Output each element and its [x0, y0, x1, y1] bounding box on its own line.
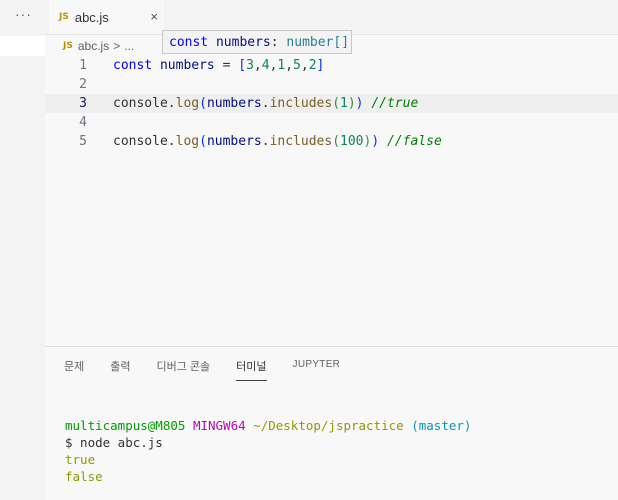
- tab-title: abc.js: [74, 9, 109, 25]
- js-file-icon: JS: [59, 12, 69, 22]
- token-number: 100: [340, 134, 364, 149]
- code-text[interactable]: console.log(numbers.includes(1)) //true: [113, 94, 418, 113]
- hover-keyword: const: [169, 35, 209, 50]
- panel-tabs: 문제 출력 디버그 콘솔 터미널 JUPYTER: [64, 358, 366, 381]
- terminal-output-line: true: [65, 452, 96, 467]
- breadcrumb-more[interactable]: ...: [124, 39, 134, 53]
- token-variable: numbers: [206, 134, 262, 149]
- token-bracket: (: [332, 96, 341, 111]
- token-comma: ,: [300, 58, 309, 73]
- tab-abc-js[interactable]: JS abc.js ×: [49, 0, 164, 34]
- code-text[interactable]: const numbers = [3,4,1,5,2]: [113, 56, 324, 75]
- breadcrumb: JS abc.js > ...: [63, 36, 134, 56]
- js-file-icon: JS: [63, 41, 73, 51]
- token-function: includes: [269, 96, 333, 111]
- token-bracket: (: [199, 134, 207, 149]
- line-number: 3: [79, 96, 87, 111]
- terminal-output-line: false: [65, 469, 103, 484]
- terminal-command: $ node abc.js: [65, 435, 163, 450]
- token-variable: numbers: [159, 58, 215, 73]
- token-comment: //false: [379, 134, 442, 149]
- token-dot: .: [167, 96, 176, 111]
- token-bracket: ]: [316, 58, 325, 73]
- token-dot: .: [261, 134, 270, 149]
- line-number: 4: [79, 115, 87, 130]
- terminal-prompt: multicampus@M805 MINGW64 ~/Desktop/jspra…: [65, 417, 471, 434]
- sidebar-selection-strip: [0, 36, 45, 56]
- token-bracket: (: [332, 134, 341, 149]
- hover-colon: :: [270, 35, 279, 50]
- hover-name: numbers: [215, 35, 271, 50]
- token-function: log: [175, 134, 200, 149]
- tab-terminal[interactable]: 터미널: [236, 358, 267, 381]
- token-bracket: (: [199, 96, 207, 111]
- token-variable: numbers: [206, 96, 262, 111]
- token-number: 4: [261, 58, 270, 73]
- token-bracket: [: [238, 58, 247, 73]
- code-line[interactable]: 4: [45, 113, 618, 132]
- token-keyword: const: [113, 58, 153, 73]
- token-function: log: [175, 96, 200, 111]
- tab-debug-console[interactable]: 디버그 콘솔: [157, 358, 211, 381]
- code-line-current[interactable]: 3 console.log(numbers.includes(1)) //tru…: [45, 94, 618, 113]
- token-bracket: ): [371, 134, 380, 149]
- line-number: 5: [79, 134, 87, 149]
- prompt-path: ~/Desktop/jspractice: [253, 418, 404, 433]
- code-line[interactable]: 5 console.log(numbers.includes(100)) //f…: [45, 132, 618, 151]
- more-actions-icon[interactable]: ···: [15, 6, 32, 22]
- chevron-right-icon: >: [113, 39, 121, 53]
- token-object: console: [113, 134, 168, 149]
- code-line[interactable]: 2: [45, 75, 618, 94]
- activity-column: ···: [0, 0, 45, 500]
- token-dot: .: [261, 96, 270, 111]
- token-bracket: ): [355, 96, 364, 111]
- token-comma: ,: [253, 58, 262, 73]
- code-editor[interactable]: 1 const numbers = [3,4,1,5,2] 2 3 consol…: [45, 56, 618, 346]
- token-object: console: [113, 96, 168, 111]
- token-number: 1: [340, 96, 348, 111]
- prompt-branch: (master): [411, 418, 472, 433]
- bottom-panel: 문제 출력 디버그 콘솔 터미널 JUPYTER multicampus@M80…: [45, 346, 618, 500]
- tab-output[interactable]: 출력: [110, 358, 130, 381]
- tab-jupyter[interactable]: JUPYTER: [293, 358, 341, 381]
- close-icon[interactable]: ×: [150, 9, 158, 24]
- token-number: 5: [293, 58, 301, 73]
- prompt-system: MINGW64: [192, 418, 246, 433]
- line-number: 1: [79, 58, 87, 73]
- terminal-output[interactable]: multicampus@M805 MINGW64 ~/Desktop/jspra…: [65, 417, 471, 485]
- token-bracket: ): [347, 96, 356, 111]
- token-function: includes: [269, 134, 333, 149]
- token-number: 3: [246, 58, 254, 73]
- token-number: 2: [308, 58, 317, 73]
- hover-type: number[]: [286, 35, 350, 50]
- line-number: 2: [79, 77, 87, 92]
- token-dot: .: [167, 134, 176, 149]
- token-operator: =: [214, 58, 239, 73]
- tab-problems[interactable]: 문제: [64, 358, 84, 381]
- token-comment: //true: [363, 96, 419, 111]
- prompt-user: multicampus@M805: [65, 418, 186, 433]
- hover-tooltip: const numbers: number[]: [162, 30, 352, 54]
- token-comma: ,: [285, 58, 294, 73]
- code-text[interactable]: console.log(numbers.includes(100)) //fal…: [113, 132, 442, 151]
- code-line[interactable]: 1 const numbers = [3,4,1,5,2]: [45, 56, 618, 75]
- breadcrumb-file[interactable]: abc.js: [78, 39, 109, 53]
